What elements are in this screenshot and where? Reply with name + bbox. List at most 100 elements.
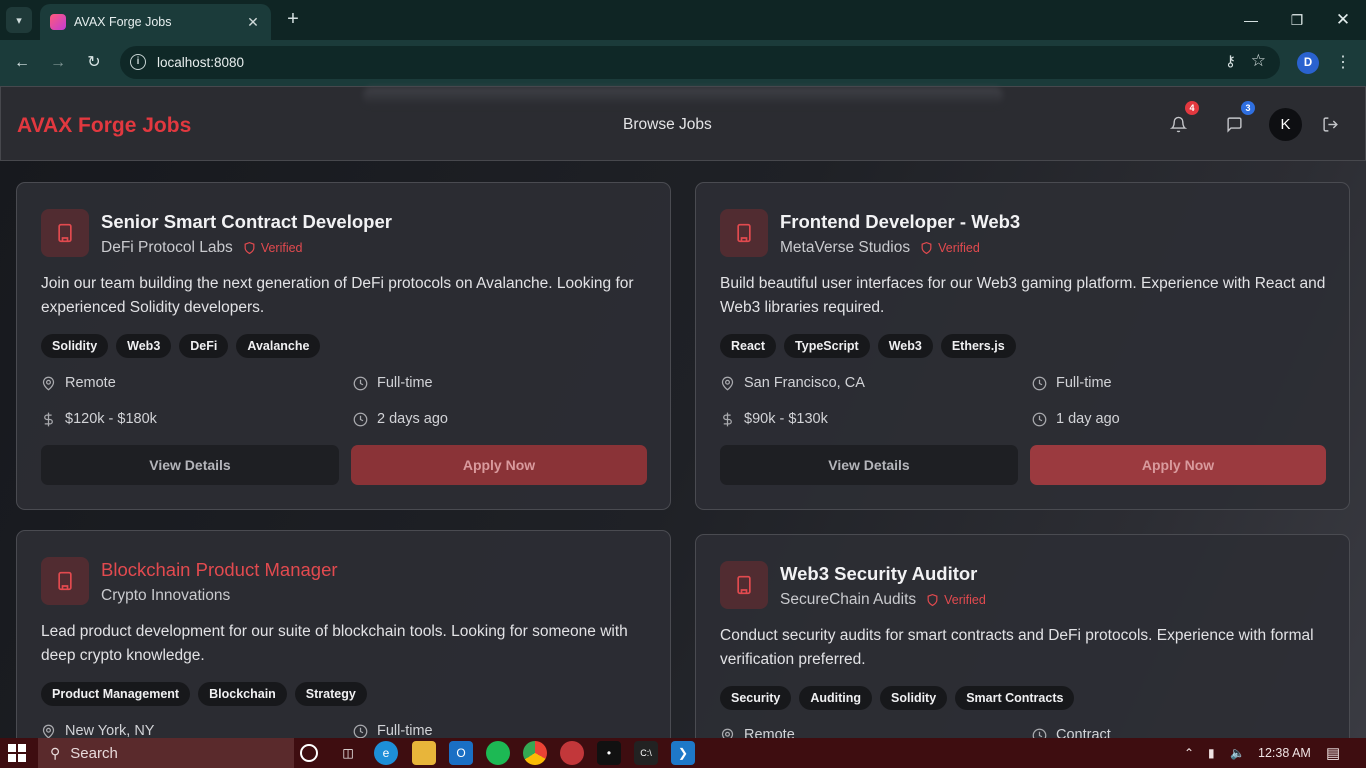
tab-search-dropdown-icon[interactable]: ▾ bbox=[6, 7, 32, 33]
job-location: Remote bbox=[720, 727, 795, 738]
map-pin-icon bbox=[721, 728, 734, 738]
browser-profile-avatar[interactable]: D bbox=[1297, 52, 1319, 74]
type-text: Contract bbox=[1056, 727, 1111, 738]
site-info-icon[interactable]: i bbox=[130, 54, 146, 70]
verified-badge: Verified bbox=[243, 241, 303, 255]
battery-icon[interactable]: ▮ bbox=[1208, 738, 1215, 768]
url-text[interactable]: localhost:8080 bbox=[157, 55, 244, 70]
company-label: MetaVerse Studios bbox=[780, 239, 911, 256]
skill-tag: Avalanche bbox=[236, 334, 321, 358]
task-view-icon[interactable]: ◫ bbox=[336, 741, 360, 765]
verified-badge: Verified bbox=[926, 593, 986, 607]
skill-tag: React bbox=[720, 334, 777, 358]
taskbar-search-label: Search bbox=[70, 744, 118, 762]
building-icon bbox=[737, 575, 751, 595]
browser-menu-icon[interactable]: ⋮ bbox=[1334, 51, 1352, 75]
dollar-icon bbox=[44, 412, 53, 426]
reload-icon[interactable]: ↻ bbox=[82, 51, 106, 75]
job-location: Remote bbox=[41, 375, 116, 391]
address-bar[interactable]: i localhost:8080 ⚷ ☆ bbox=[120, 46, 1280, 79]
apply-now-button[interactable]: Apply Now bbox=[1030, 445, 1326, 485]
outlook-icon[interactable]: O bbox=[449, 741, 473, 765]
tab-close-icon[interactable]: ✕ bbox=[245, 14, 261, 31]
type-text: Full-time bbox=[377, 375, 433, 391]
volume-icon[interactable]: 🔈 bbox=[1230, 738, 1245, 768]
clock-time[interactable]: 12:38 AM bbox=[1258, 738, 1311, 768]
job-title[interactable]: Senior Smart Contract Developer bbox=[101, 211, 392, 233]
location-text: San Francisco, CA bbox=[744, 375, 865, 391]
notification-center-icon[interactable]: ▤ bbox=[1326, 738, 1340, 768]
minimize-icon[interactable]: — bbox=[1228, 0, 1274, 40]
edge-icon[interactable]: e bbox=[374, 741, 398, 765]
window-close-icon[interactable]: ✕ bbox=[1320, 0, 1366, 40]
clock-icon bbox=[1032, 376, 1047, 390]
job-title[interactable]: Web3 Security Auditor bbox=[780, 563, 977, 585]
skill-tag: Solidity bbox=[880, 686, 948, 710]
skill-tags: Solidity Web3 DeFi Avalanche bbox=[41, 334, 321, 358]
skill-tag: Security bbox=[720, 686, 792, 710]
cmd-icon[interactable]: C:\ bbox=[634, 741, 658, 765]
windows-start-icon[interactable] bbox=[8, 744, 26, 762]
view-details-button[interactable]: View Details bbox=[41, 445, 339, 485]
tab-favicon-icon bbox=[50, 14, 66, 30]
building-icon bbox=[58, 571, 72, 591]
clock-icon bbox=[353, 412, 368, 426]
terminal-app-icon[interactable]: • bbox=[597, 741, 621, 765]
windows-taskbar: ⚲ Search ◫ e O • C:\ ❯ ⌃ ▮ 🔈 12:38 AM ▤ bbox=[0, 738, 1366, 768]
notifications-badge: 4 bbox=[1185, 101, 1199, 115]
app-header: AVAX Forge Jobs Browse Jobs 4 3 K bbox=[0, 86, 1366, 161]
job-title[interactable]: Frontend Developer - Web3 bbox=[780, 211, 1020, 233]
skill-tag: Blockchain bbox=[198, 682, 287, 706]
vscode-icon[interactable]: ❯ bbox=[671, 741, 695, 765]
job-title[interactable]: Blockchain Product Manager bbox=[101, 559, 338, 581]
company-label: DeFi Protocol Labs bbox=[101, 239, 233, 256]
forward-icon[interactable]: → bbox=[46, 51, 70, 75]
bookmark-star-icon[interactable]: ☆ bbox=[1251, 51, 1266, 71]
skill-tag: Solidity bbox=[41, 334, 109, 358]
back-icon[interactable]: ← bbox=[10, 51, 34, 75]
verified-badge: Verified bbox=[920, 241, 980, 255]
messages-button[interactable]: 3 bbox=[1219, 101, 1255, 139]
cortana-icon[interactable] bbox=[300, 744, 318, 762]
logout-button[interactable] bbox=[1315, 109, 1345, 139]
file-explorer-icon[interactable] bbox=[412, 741, 436, 765]
chrome-active-icon[interactable] bbox=[560, 741, 584, 765]
password-key-icon[interactable]: ⚷ bbox=[1225, 52, 1236, 70]
tab-title: AVAX Forge Jobs bbox=[74, 15, 172, 29]
type-text: Full-time bbox=[377, 723, 433, 738]
messages-badge: 3 bbox=[1241, 101, 1255, 115]
new-tab-icon[interactable]: + bbox=[282, 8, 304, 30]
skill-tag: Ethers.js bbox=[940, 334, 1016, 358]
company-logo bbox=[720, 209, 768, 257]
notifications-button[interactable]: 4 bbox=[1163, 101, 1199, 139]
company-logo bbox=[41, 209, 89, 257]
job-salary: $90k - $130k bbox=[720, 411, 828, 427]
posted-text: 2 days ago bbox=[377, 411, 448, 427]
skill-tag: Web3 bbox=[116, 334, 172, 358]
browser-tab[interactable]: AVAX Forge Jobs ✕ bbox=[40, 4, 271, 40]
taskbar-search[interactable]: ⚲ Search bbox=[38, 738, 294, 768]
search-icon: ⚲ bbox=[50, 744, 61, 761]
map-pin-icon bbox=[42, 376, 55, 391]
shield-icon bbox=[921, 241, 932, 255]
nav-browse-jobs[interactable]: Browse Jobs bbox=[623, 116, 712, 134]
building-icon bbox=[58, 223, 72, 243]
apply-now-button[interactable]: Apply Now bbox=[351, 445, 647, 485]
job-description: Build beautiful user interfaces for our … bbox=[720, 275, 1326, 316]
location-text: Remote bbox=[744, 727, 795, 738]
job-location: New York, NY bbox=[41, 723, 154, 738]
spotify-icon[interactable] bbox=[486, 741, 510, 765]
view-details-button[interactable]: View Details bbox=[720, 445, 1018, 485]
skill-tags: Security Auditing Solidity Smart Contrac… bbox=[720, 686, 1075, 710]
location-text: Remote bbox=[65, 375, 116, 391]
clock-icon bbox=[353, 724, 368, 738]
user-avatar[interactable]: K bbox=[1269, 108, 1302, 141]
restore-icon[interactable]: ❐ bbox=[1274, 0, 1320, 40]
brand-logo-text[interactable]: AVAX Forge Jobs bbox=[17, 114, 191, 138]
verified-label: Verified bbox=[260, 241, 303, 255]
tray-chevron-icon[interactable]: ⌃ bbox=[1184, 738, 1194, 768]
job-card: Frontend Developer - Web3 MetaVerse Stud… bbox=[695, 182, 1350, 510]
skill-tags: Product Management Blockchain Strategy bbox=[41, 682, 367, 706]
chrome-icon[interactable] bbox=[523, 741, 547, 765]
company-name: Crypto Innovations bbox=[101, 587, 230, 605]
